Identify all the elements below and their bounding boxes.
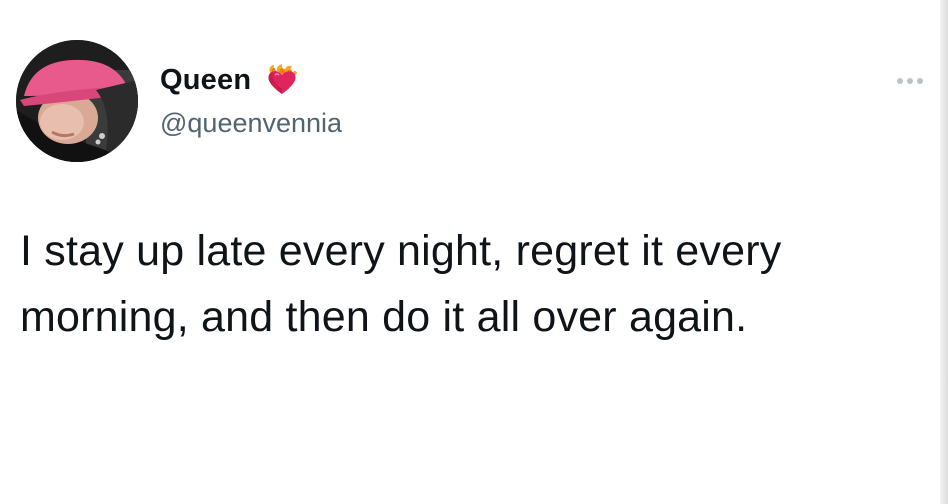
user-name-row: Queen [160,58,299,102]
more-dot [917,78,923,84]
scroll-edge [940,0,948,504]
tweet-text: I stay up late every night, regret it ev… [20,218,930,350]
tweet-text-line-2: morning, and then do it all over again. [20,293,748,341]
avatar-image [16,40,138,162]
more-dot [907,78,913,84]
heart-on-fire-icon [265,63,299,97]
more-dot [897,78,903,84]
display-name[interactable]: Queen [160,64,251,97]
avatar[interactable] [16,40,138,162]
tweet-card: Queen @queenvennia I stay up late every … [0,0,948,504]
user-handle[interactable]: @queenvennia [160,108,342,139]
more-options-icon[interactable] [888,66,932,96]
tweet-text-line-1: I stay up late every night, regret it ev… [20,227,782,275]
